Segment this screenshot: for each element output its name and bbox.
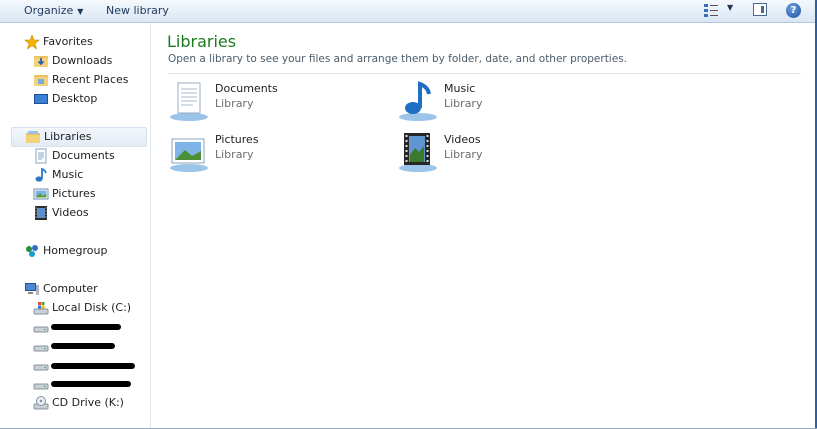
recent-places-icon (34, 75, 48, 86)
documents-icon (35, 148, 47, 164)
nav-drive-redacted-1[interactable] (33, 318, 143, 336)
navigation-pane: Favorites Downloads Recent Places Deskto… (0, 23, 151, 429)
redaction-mark (51, 381, 131, 387)
nav-drive-redacted-4[interactable] (33, 375, 143, 393)
redaction-mark (51, 343, 115, 349)
drive-icon (33, 326, 49, 333)
nav-videos-label: Videos (52, 206, 89, 219)
star-icon (24, 34, 40, 50)
page-subtitle: Open a library to see your files and arr… (168, 53, 627, 65)
redaction-mark (51, 324, 121, 330)
library-tile-documents[interactable]: Documents Library (167, 80, 367, 126)
nav-recent-places-label: Recent Places (52, 73, 129, 86)
nav-cd-drive-k-label: CD Drive (K:) (52, 396, 124, 409)
homegroup-icon (26, 245, 38, 257)
library-type: Library (215, 148, 254, 161)
library-tile-music[interactable]: Music Library (396, 80, 596, 126)
library-tile-videos[interactable]: Videos Library (396, 131, 596, 177)
videos-library-icon (399, 133, 437, 172)
cd-drive-icon (33, 396, 49, 410)
organize-label: Organize (24, 4, 74, 17)
downloads-folder-icon (34, 56, 48, 67)
drive-icon (33, 383, 49, 390)
nav-music-label: Music (52, 168, 84, 181)
library-name: Videos (444, 133, 481, 146)
page-title: Libraries (167, 32, 237, 51)
library-name: Pictures (215, 133, 259, 146)
nav-local-disk-c-label: Local Disk (C:) (52, 301, 132, 314)
music-library-icon (399, 81, 437, 121)
nav-libraries-label: Libraries (44, 130, 92, 143)
desktop-icon (34, 94, 48, 104)
library-name: Music (444, 82, 476, 95)
nav-libraries[interactable]: Libraries (11, 127, 147, 147)
documents-library-icon (170, 82, 208, 121)
drive-icon (33, 364, 49, 371)
organize-button[interactable]: Organize ▼ (24, 4, 83, 18)
library-name: Documents (215, 82, 278, 95)
nav-pictures-label: Pictures (52, 187, 96, 200)
nav-drive-redacted-3[interactable] (33, 356, 143, 374)
library-type: Library (215, 97, 254, 110)
nav-documents-label: Documents (52, 149, 115, 162)
windows-drive-icon (33, 302, 49, 315)
libraries-view: Libraries Open a library to see your fil… (151, 23, 817, 429)
nav-computer-label: Computer (43, 282, 98, 295)
pictures-library-icon (170, 138, 208, 172)
drive-icon (33, 345, 49, 352)
change-view-icon[interactable] (703, 3, 719, 18)
nav-drive-redacted-2[interactable] (33, 337, 143, 355)
view-options-chevron-icon[interactable]: ▼ (727, 3, 733, 12)
library-type: Library (444, 148, 483, 161)
command-bar: Organize ▼ New library ▼ ? (0, 0, 817, 23)
nav-downloads-label: Downloads (52, 54, 113, 67)
videos-film-icon (35, 206, 47, 220)
music-note-icon (35, 167, 47, 182)
preview-pane-icon[interactable] (753, 3, 767, 16)
nav-homegroup-label: Homegroup (43, 244, 108, 257)
redaction-mark (51, 363, 135, 369)
library-tile-pictures[interactable]: Pictures Library (167, 131, 367, 177)
divider (168, 73, 801, 74)
nav-favorites-label: Favorites (43, 35, 93, 48)
nav-desktop-label: Desktop (52, 92, 98, 105)
pictures-icon (33, 188, 49, 200)
library-type: Library (444, 97, 483, 110)
new-library-button[interactable]: New library (106, 4, 169, 18)
libraries-icon (26, 131, 40, 143)
help-icon[interactable]: ? (786, 3, 801, 18)
computer-icon (25, 283, 39, 295)
chevron-down-icon: ▼ (77, 7, 84, 16)
